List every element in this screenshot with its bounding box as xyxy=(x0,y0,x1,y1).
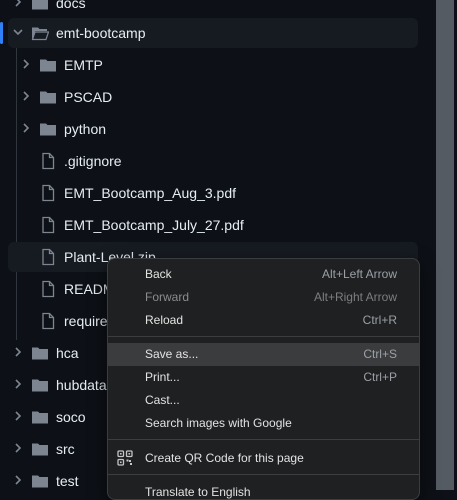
tree-item-gitignore[interactable]: .gitignore xyxy=(8,146,418,176)
tree-item-label: require xyxy=(64,313,108,329)
tree-item-label: python xyxy=(64,121,107,137)
folder-open-icon xyxy=(31,27,49,41)
chevron-right-icon xyxy=(15,0,22,7)
chevron-right-icon xyxy=(23,91,30,101)
folder-icon xyxy=(32,347,48,360)
menu-item-search-images[interactable]: Search images with Google xyxy=(108,412,419,435)
tree-item-emt-bootcamp[interactable]: emt-bootcamp xyxy=(0,18,418,48)
tree-item-label: .gitignore xyxy=(64,153,122,169)
tree-item-emt-bootcamp-july-27[interactable]: EMT_Bootcamp_July_27.pdf xyxy=(8,210,418,240)
folder-icon xyxy=(32,379,48,392)
menu-item-label: Translate to English xyxy=(145,485,251,499)
menu-separator xyxy=(108,474,419,475)
tree-item-pscad[interactable]: PSCAD xyxy=(8,82,418,112)
chevron-right-icon xyxy=(15,347,22,357)
menu-item-shortcut: Ctrl+R xyxy=(362,313,397,327)
chevron-right-icon xyxy=(23,123,30,133)
tree-item-emtp[interactable]: EMTP xyxy=(8,50,418,80)
folder-icon xyxy=(32,475,48,488)
tree-item-label: src xyxy=(56,441,75,457)
folder-icon xyxy=(40,123,56,136)
menu-item-label: Back xyxy=(145,267,172,281)
menu-item-shortcut: Alt+Left Arrow xyxy=(321,267,397,281)
menu-item-label: Print... xyxy=(145,370,180,384)
selection-indicator xyxy=(0,22,3,44)
chevron-right-icon xyxy=(23,59,30,69)
menu-item-label: Save as... xyxy=(145,347,199,361)
folder-icon xyxy=(32,0,48,10)
menu-item-forward[interactable]: Forward Alt+Right Arrow xyxy=(108,286,419,309)
chevron-right-icon xyxy=(15,475,22,485)
menu-item-label: Forward xyxy=(145,290,190,304)
menu-item-save-as[interactable]: Save as... Ctrl+S xyxy=(108,343,419,366)
menu-item-label: Search images with Google xyxy=(145,416,292,430)
tree-item-label: hubdata xyxy=(56,377,107,393)
tree-item-label: PSCAD xyxy=(64,89,113,105)
tree-item-label: hca xyxy=(56,345,79,361)
tree-item-docs[interactable]: docs xyxy=(8,0,418,18)
chevron-right-icon xyxy=(15,379,22,389)
tree-item-label: soco xyxy=(56,409,86,425)
tree-item-python[interactable]: python xyxy=(8,114,418,144)
chevron-right-icon xyxy=(15,411,22,421)
menu-separator xyxy=(108,439,419,440)
folder-icon xyxy=(32,443,48,456)
tree-item-label: EMT_Bootcamp_Aug_3.pdf xyxy=(64,185,236,201)
menu-item-label: Reload xyxy=(145,313,184,327)
menu-item-cast[interactable]: Cast... xyxy=(108,389,419,412)
menu-item-label: Create QR Code for this page xyxy=(145,451,304,465)
menu-item-shortcut: Ctrl+P xyxy=(363,370,397,384)
file-icon xyxy=(42,312,55,330)
file-icon xyxy=(42,280,55,298)
tree-item-label: emt-bootcamp xyxy=(56,25,146,41)
tree-item-label: EMT_Bootcamp_July_27.pdf xyxy=(64,217,244,233)
chevron-right-icon xyxy=(15,443,22,453)
folder-icon xyxy=(32,411,48,424)
file-icon xyxy=(42,184,55,202)
tree-item-label: docs xyxy=(56,0,86,11)
menu-item-label: Cast... xyxy=(145,393,180,407)
menu-item-reload[interactable]: Reload Ctrl+R xyxy=(108,309,419,332)
chevron-down-icon xyxy=(13,29,23,36)
menu-item-shortcut: Alt+Right Arrow xyxy=(313,290,397,304)
tree-item-label: EMTP xyxy=(64,57,103,73)
menu-item-back[interactable]: Back Alt+Left Arrow xyxy=(108,263,419,286)
tree-item-label: test xyxy=(56,473,79,489)
menu-item-print[interactable]: Print... Ctrl+P xyxy=(108,366,419,389)
menu-item-shortcut: Ctrl+S xyxy=(363,347,397,361)
menu-item-create-qr-code[interactable]: Create QR Code for this page xyxy=(108,447,419,470)
menu-item-translate[interactable]: Translate to English xyxy=(108,481,419,499)
file-icon xyxy=(42,152,55,170)
qr-code-icon xyxy=(117,450,133,466)
folder-icon xyxy=(40,59,56,72)
menu-separator xyxy=(108,336,419,337)
file-icon xyxy=(42,248,55,266)
scrollbar-thumb[interactable] xyxy=(436,0,454,490)
tree-item-emt-bootcamp-aug-3[interactable]: EMT_Bootcamp_Aug_3.pdf xyxy=(8,178,418,208)
file-icon xyxy=(42,216,55,234)
context-menu: Back Alt+Left Arrow Forward Alt+Right Ar… xyxy=(107,258,420,500)
folder-icon xyxy=(40,91,56,104)
